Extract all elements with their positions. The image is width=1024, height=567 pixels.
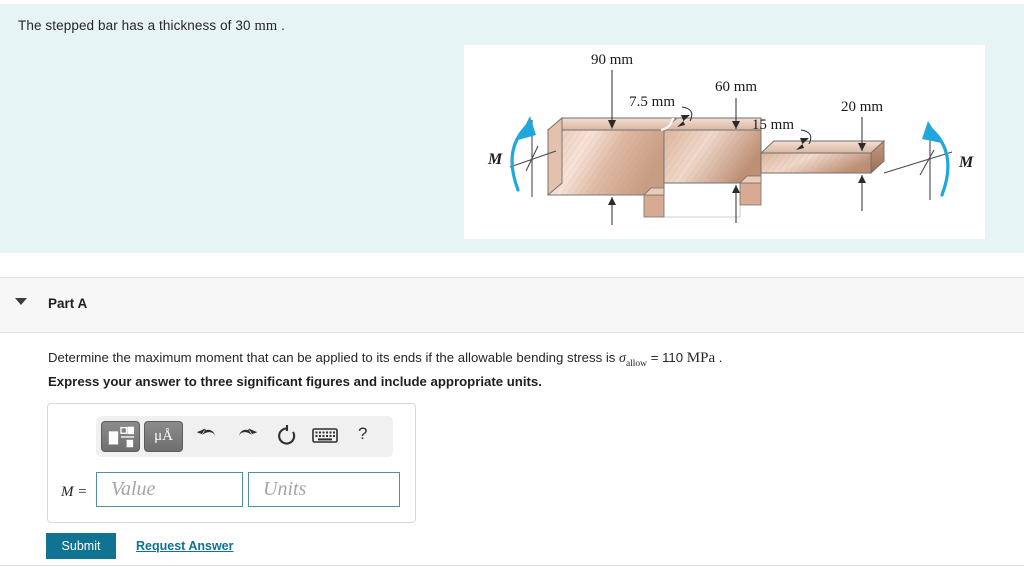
moment-right: M: [883, 121, 974, 200]
bottom-divider: [0, 565, 1024, 566]
question-instruction: Express your answer to three significant…: [48, 374, 542, 389]
math-template-button[interactable]: [101, 421, 140, 452]
redo-button[interactable]: [234, 423, 260, 449]
undo-arrow-icon: [197, 428, 215, 437]
problem-banner: The stepped bar has a thickness of 30 mm…: [0, 4, 1024, 253]
math-toolbar: μÅ ?: [96, 416, 393, 457]
dim-label-20mm: 20 mm: [841, 99, 883, 115]
problem-statement-prefix: The stepped bar has a thickness of 30: [18, 18, 255, 33]
answer-value-input[interactable]: [96, 472, 243, 507]
request-answer-link[interactable]: Request Answer: [136, 539, 233, 553]
reset-circular-arrow-icon: [278, 425, 296, 445]
bar-body: [546, 117, 886, 218]
submit-button[interactable]: Submit: [46, 533, 116, 559]
sigma-glyph: σ: [619, 351, 626, 366]
moment-left: M: [487, 116, 557, 197]
math-template-icon: [108, 426, 135, 448]
redo-arrow-icon: [239, 428, 257, 437]
dim-label-7p5mm: 7.5 mm: [629, 94, 675, 110]
question-text-after: .: [715, 350, 723, 365]
keyboard-button[interactable]: [312, 426, 338, 452]
dim-label-60mm: 60 mm: [715, 79, 757, 95]
dim-label-15mm: 15 mm: [752, 117, 794, 133]
micro-angstrom-icon: μÅ: [154, 428, 173, 444]
figure-panel: 90 mm 60 mm 7.5 mm 20 mm 15 mm M M: [464, 45, 985, 239]
part-a-header[interactable]: Part A: [0, 277, 1024, 333]
answer-box: μÅ ? M = Value Units: [47, 403, 416, 523]
question-prompt: Determine the maximum moment that can be…: [48, 350, 722, 369]
help-button[interactable]: ?: [358, 424, 367, 444]
answer-units-input[interactable]: [248, 472, 400, 507]
chevron-down-icon[interactable]: [15, 298, 27, 305]
reset-button[interactable]: [274, 423, 300, 449]
problem-statement-suffix: .: [277, 18, 285, 33]
sigma-symbol: σallow: [619, 351, 648, 369]
part-title: Part A: [48, 296, 88, 311]
keyboard-icon: [312, 428, 338, 443]
moment-right-label: M: [958, 154, 974, 171]
undo-button[interactable]: [194, 423, 220, 449]
problem-statement: The stepped bar has a thickness of 30 mm…: [18, 18, 285, 35]
problem-page: The stepped bar has a thickness of 30 mm…: [0, 0, 1024, 567]
dim-label-90mm: 90 mm: [591, 52, 633, 68]
question-prompt-text: Determine the maximum moment that can be…: [48, 350, 620, 365]
stress-unit: MPa: [686, 350, 716, 366]
units-button[interactable]: μÅ: [144, 421, 183, 452]
answer-variable-label: M =: [61, 484, 88, 500]
stepped-bar-diagram: 90 mm 60 mm 7.5 mm 20 mm 15 mm M M: [487, 52, 974, 225]
question-equals-value: = 110: [647, 350, 687, 365]
sigma-subscript: allow: [625, 358, 648, 369]
question-body: Determine the maximum moment that can be…: [0, 333, 1024, 567]
moment-left-label: M: [487, 151, 503, 168]
problem-statement-unit: mm: [254, 18, 278, 34]
